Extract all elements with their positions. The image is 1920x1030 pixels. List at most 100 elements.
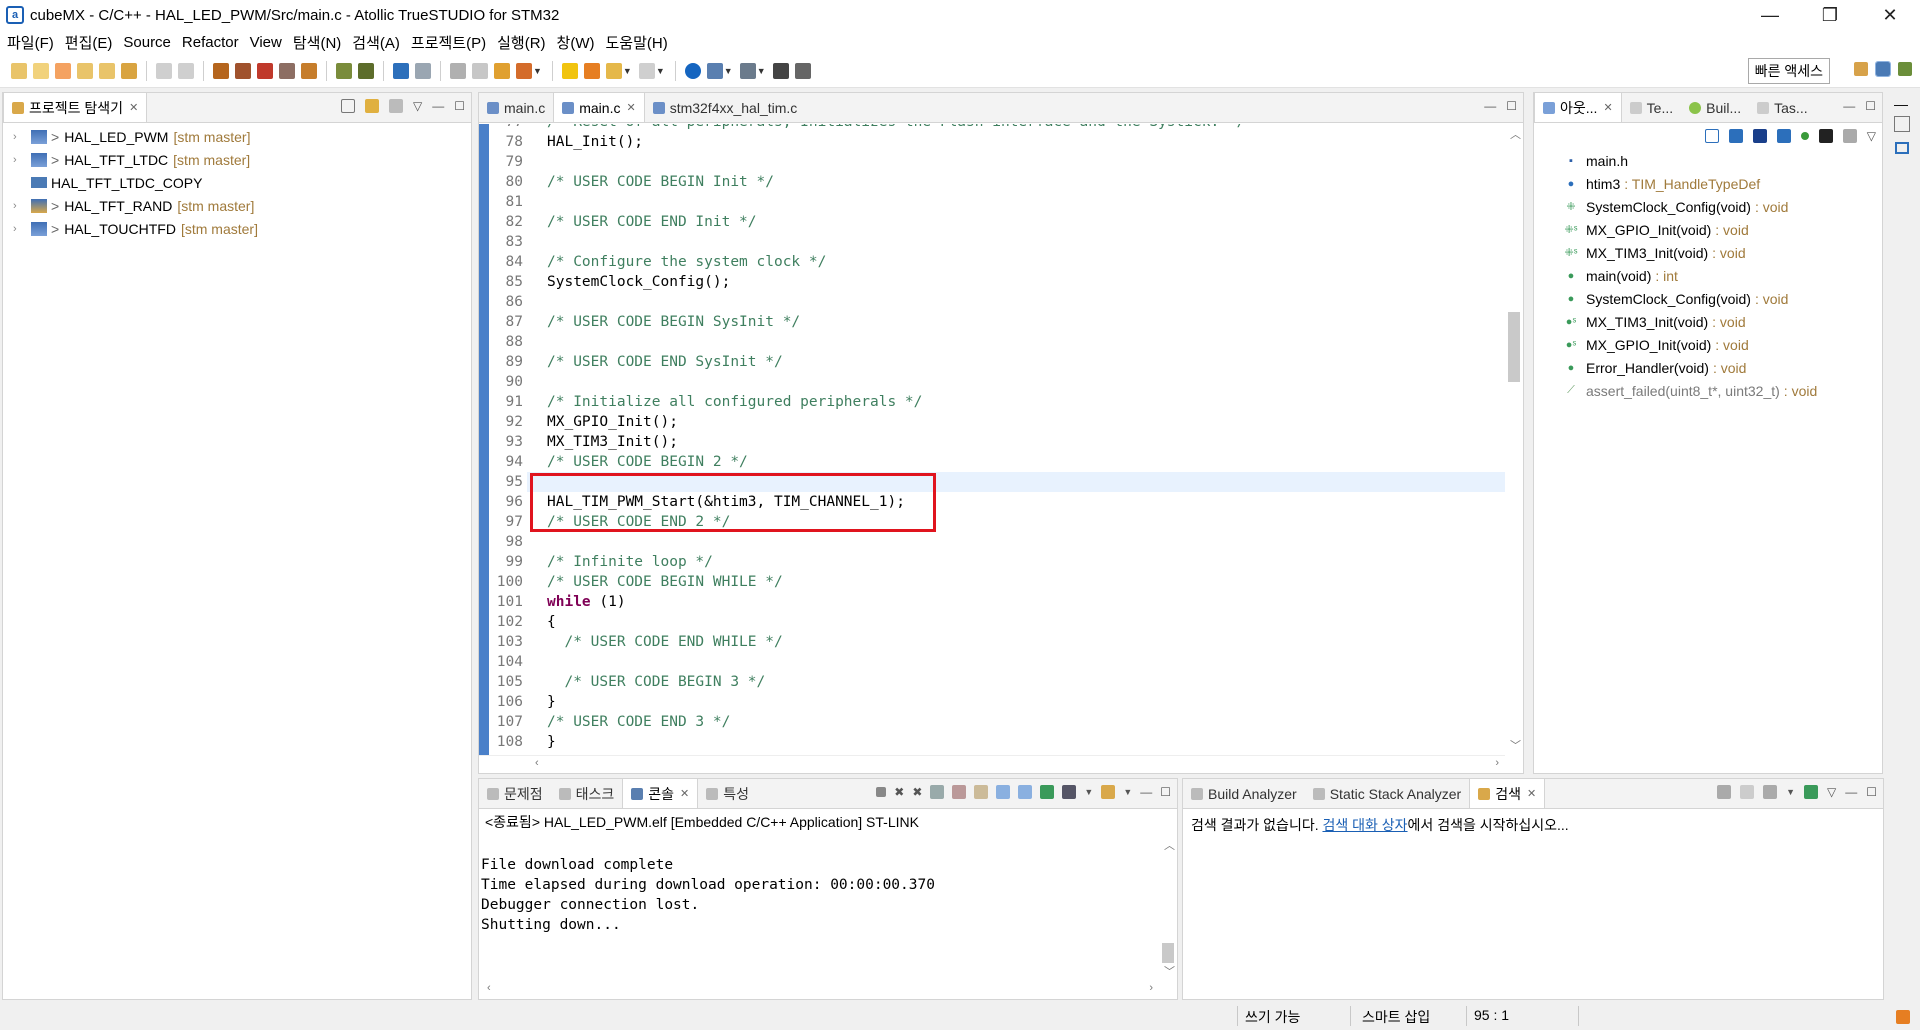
toggle-comment-icon[interactable] (450, 62, 466, 79)
menu-refactor[interactable]: Refactor (181, 34, 247, 51)
close-icon[interactable]: ✕ (1527, 787, 1536, 800)
menu-source[interactable]: Source (122, 34, 179, 51)
tab-te[interactable]: Te... (1622, 94, 1681, 122)
import-icon[interactable] (121, 62, 137, 79)
new-source-icon[interactable] (33, 62, 49, 79)
code-line[interactable]: /* USER CODE BEGIN 2 */ (547, 452, 1505, 472)
outline-item[interactable]: ● htim3: TIM_HandleTypeDef (1534, 172, 1882, 195)
search-dialog-link[interactable]: 검색 대화 상자 (1322, 817, 1407, 833)
code-line[interactable] (547, 372, 1505, 392)
code-line[interactable]: /* Reset of all peripherals, Initializes… (547, 124, 1505, 132)
sort-icon[interactable] (1728, 129, 1743, 143)
code-line[interactable]: } (547, 692, 1505, 712)
code-line[interactable]: /* USER CODE END Init */ (547, 212, 1505, 232)
maximize-icon[interactable] (772, 62, 789, 79)
menu-edit[interactable]: 편집(E) (64, 32, 121, 53)
console-horizontal-scrollbar[interactable]: ‹ › (479, 981, 1159, 999)
display-console-icon[interactable] (1062, 785, 1077, 799)
project-item[interactable]: › > HAL_TFT_RAND [stm master] (3, 194, 471, 217)
hide-macros-icon[interactable] (1818, 129, 1833, 143)
expand-icon[interactable]: › (13, 223, 27, 235)
code-line[interactable] (547, 192, 1505, 212)
code-line[interactable] (547, 532, 1505, 552)
next-annotation-icon[interactable] (561, 62, 578, 79)
horizontal-scrollbar[interactable]: ‹ › (479, 755, 1505, 773)
maximize-view-icon[interactable]: ☐ (1866, 785, 1877, 799)
hide-non-public-icon[interactable] (1800, 132, 1809, 140)
minimize-stack-icon[interactable]: — (1894, 96, 1908, 112)
code-line[interactable]: /* Initialize all configured peripherals… (547, 392, 1505, 412)
menu-window[interactable]: 창(W) (556, 32, 603, 53)
code-line[interactable] (547, 232, 1505, 252)
close-icon[interactable]: ✕ (1603, 101, 1612, 114)
new-file-icon[interactable] (11, 62, 27, 79)
link-editor-icon[interactable] (1842, 129, 1857, 143)
back-icon[interactable] (605, 62, 622, 79)
maximize-view-icon[interactable]: ☐ (1160, 785, 1171, 799)
outline-item[interactable]: ⁜ SystemClock_Config(void): void (1534, 195, 1882, 218)
tab-tasks[interactable]: Tas... (1749, 94, 1815, 122)
quick-access-field[interactable]: 빠른 액세스 (1747, 58, 1830, 84)
expand-icon[interactable]: › (13, 131, 27, 143)
console-vertical-scrollbar[interactable]: ︿ ﹀ (1159, 835, 1177, 981)
outline-item[interactable]: ⁜ˢ MX_TIM3_Init(void): void (1534, 241, 1882, 264)
menu-help[interactable]: 도움말(H) (605, 32, 676, 53)
minimize-view-icon[interactable]: — (1140, 785, 1152, 799)
filter-icon[interactable] (415, 62, 431, 79)
maximize-view-icon[interactable]: ☐ (454, 99, 465, 113)
tab-outline[interactable]: 아웃... ✕ (1534, 92, 1622, 122)
project-item[interactable]: HAL_TFT_LTDC_COPY (3, 171, 471, 194)
outline-item[interactable]: ⟋ assert_failed(uint8_t*, uint32_t): void (1534, 379, 1882, 402)
code-line[interactable]: /* Infinite loop */ (547, 552, 1505, 572)
pin-search-icon[interactable] (1804, 785, 1818, 799)
code-line[interactable] (547, 332, 1505, 352)
exit-icon[interactable] (794, 62, 811, 79)
restore-button[interactable]: ❐ (1800, 0, 1860, 30)
outline-item[interactable]: ▪ main.h (1534, 149, 1882, 172)
maximize-view-icon[interactable]: ☐ (1506, 99, 1517, 113)
debug-config-icon[interactable] (358, 62, 374, 79)
menu-search[interactable]: 검색(A) (351, 32, 408, 53)
tab-build-analyzer[interactable]: Build Analyzer (1183, 780, 1305, 808)
outline-item[interactable]: ● main(void): int (1534, 264, 1882, 287)
view-menu-icon[interactable]: ▽ (1827, 785, 1836, 799)
code-text-area[interactable]: 77 78 79 80 81 82 83 84 85 86 87 88 89 90 91 92 93 94 95 96… (479, 124, 1505, 755)
tab-problems[interactable]: 문제점 (479, 780, 551, 808)
tab-hal-tim[interactable]: stm32f4xx_hal_tim.c (645, 94, 806, 122)
close-icon[interactable]: ✕ (680, 787, 689, 800)
scroll-thumb[interactable] (1508, 312, 1520, 382)
project-item[interactable]: › > HAL_LED_PWM [stm master] (3, 125, 471, 148)
view-menu-icon[interactable]: ▽ (413, 99, 422, 113)
clean-icon[interactable] (279, 62, 295, 79)
menu-navigate[interactable]: 탐색(N) (292, 32, 349, 53)
run-icon[interactable] (516, 62, 532, 79)
debug-perspective-icon[interactable] (1898, 62, 1912, 76)
pin-console-icon[interactable] (1040, 785, 1055, 799)
code-line[interactable] (547, 292, 1505, 312)
console-view-icon[interactable] (706, 62, 723, 79)
code-line[interactable]: /* USER CODE BEGIN Init */ (547, 172, 1505, 192)
save-icon[interactable] (156, 62, 172, 79)
code-line[interactable]: MX_GPIO_Init(); (547, 412, 1505, 432)
show-on-output-icon[interactable] (996, 785, 1011, 799)
open-console-icon[interactable] (1101, 785, 1116, 799)
menu-project[interactable]: 프로젝트(P) (410, 32, 494, 53)
menu-view[interactable]: View (249, 34, 290, 51)
outline-item[interactable]: ● Error_Handler(void): void (1534, 356, 1882, 379)
code-line[interactable] (547, 152, 1505, 172)
tab-main-c[interactable]: main.c (479, 94, 553, 122)
project-item[interactable]: › > HAL_TOUCHTFD [stm master] (3, 217, 471, 240)
tab-static-stack-analyzer[interactable]: Static Stack Analyzer (1305, 780, 1470, 808)
code-line[interactable] (547, 652, 1505, 672)
tab-search[interactable]: 검색 ✕ (1469, 778, 1546, 808)
rebuild-icon[interactable] (257, 62, 273, 79)
code-line[interactable]: { (547, 612, 1505, 632)
notification-icon[interactable] (1896, 1010, 1910, 1024)
minimize-view-icon[interactable]: — (1484, 99, 1496, 113)
tab-properties[interactable]: 특성 (698, 780, 757, 808)
vertical-scrollbar[interactable]: ︿ ﹀ (1505, 124, 1523, 755)
menu-run[interactable]: 실행(R) (496, 32, 553, 53)
code-line[interactable]: /* Configure the system clock */ (547, 252, 1505, 272)
word-wrap-icon[interactable] (974, 785, 989, 799)
hide-static-icon[interactable] (1776, 129, 1791, 143)
